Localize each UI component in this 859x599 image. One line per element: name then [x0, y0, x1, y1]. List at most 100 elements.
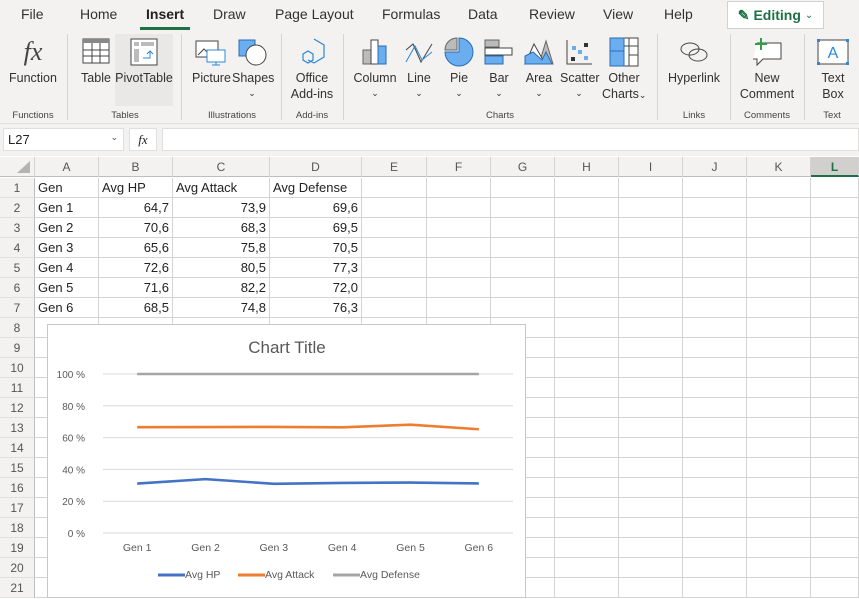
cell-h13[interactable] — [555, 418, 619, 438]
column-header-b[interactable]: B — [99, 157, 173, 177]
row-header-8[interactable]: 8 — [0, 318, 35, 338]
cell-i12[interactable] — [619, 398, 683, 418]
cell-k13[interactable] — [747, 418, 811, 438]
cell-i17[interactable] — [619, 498, 683, 518]
row-header-4[interactable]: 4 — [0, 238, 35, 258]
row-header-15[interactable]: 15 — [0, 458, 35, 478]
column-header-d[interactable]: D — [270, 157, 362, 177]
cell-a3[interactable]: Gen 2 — [35, 218, 99, 238]
cell-k19[interactable] — [747, 538, 811, 558]
cell-b1[interactable]: Avg HP — [99, 178, 173, 198]
cell-g2[interactable] — [491, 198, 555, 218]
cell-k18[interactable] — [747, 518, 811, 538]
column-header-a[interactable]: A — [35, 157, 99, 177]
cell-c1[interactable]: Avg Attack — [173, 178, 270, 198]
cell-f2[interactable] — [427, 198, 491, 218]
cell-l16[interactable] — [811, 478, 859, 498]
row-header-2[interactable]: 2 — [0, 198, 35, 218]
cell-f7[interactable] — [427, 298, 491, 318]
cell-k11[interactable] — [747, 378, 811, 398]
cell-l10[interactable] — [811, 358, 859, 378]
cell-l6[interactable] — [811, 278, 859, 298]
bar-chart-button[interactable]: Bar ⌄ — [482, 34, 516, 100]
cell-k10[interactable] — [747, 358, 811, 378]
cell-k8[interactable] — [747, 318, 811, 338]
cell-h2[interactable] — [555, 198, 619, 218]
hyperlink-button[interactable]: Hyperlink — [664, 34, 724, 86]
cell-k6[interactable] — [747, 278, 811, 298]
cell-a2[interactable]: Gen 1 — [35, 198, 99, 218]
cell-i2[interactable] — [619, 198, 683, 218]
cell-e7[interactable] — [362, 298, 427, 318]
cell-g1[interactable] — [491, 178, 555, 198]
cell-a1[interactable]: Gen — [35, 178, 99, 198]
cell-l2[interactable] — [811, 198, 859, 218]
tab-help[interactable]: Help — [664, 6, 693, 22]
cell-j3[interactable] — [683, 218, 747, 238]
cell-i7[interactable] — [619, 298, 683, 318]
cell-h6[interactable] — [555, 278, 619, 298]
row-header-11[interactable]: 11 — [0, 378, 35, 398]
cell-j10[interactable] — [683, 358, 747, 378]
cell-h14[interactable] — [555, 438, 619, 458]
cell-i16[interactable] — [619, 478, 683, 498]
cell-h17[interactable] — [555, 498, 619, 518]
tab-file[interactable]: File — [21, 6, 44, 22]
cell-j4[interactable] — [683, 238, 747, 258]
cell-a5[interactable]: Gen 4 — [35, 258, 99, 278]
cell-f6[interactable] — [427, 278, 491, 298]
cell-i11[interactable] — [619, 378, 683, 398]
cell-b7[interactable]: 68,5 — [99, 298, 173, 318]
cell-l17[interactable] — [811, 498, 859, 518]
cell-c7[interactable]: 74,8 — [173, 298, 270, 318]
cell-k14[interactable] — [747, 438, 811, 458]
column-header-g[interactable]: G — [491, 157, 555, 177]
column-header-k[interactable]: K — [747, 157, 811, 177]
row-header-7[interactable]: 7 — [0, 298, 35, 318]
cell-k21[interactable] — [747, 578, 811, 598]
cell-b4[interactable]: 65,6 — [99, 238, 173, 258]
cell-l1[interactable] — [811, 178, 859, 198]
cell-g4[interactable] — [491, 238, 555, 258]
cell-l15[interactable] — [811, 458, 859, 478]
row-header-10[interactable]: 10 — [0, 358, 35, 378]
row-header-20[interactable]: 20 — [0, 558, 35, 578]
cell-d1[interactable]: Avg Defense — [270, 178, 362, 198]
column-header-c[interactable]: C — [173, 157, 270, 177]
row-header-17[interactable]: 17 — [0, 498, 35, 518]
cell-j20[interactable] — [683, 558, 747, 578]
cell-k7[interactable] — [747, 298, 811, 318]
column-header-j[interactable]: J — [683, 157, 747, 177]
cell-e6[interactable] — [362, 278, 427, 298]
cell-h16[interactable] — [555, 478, 619, 498]
cell-j11[interactable] — [683, 378, 747, 398]
cell-i15[interactable] — [619, 458, 683, 478]
chevron-down-icon[interactable]: ⌄ — [110, 132, 118, 143]
line-chart[interactable]: Chart Title 0 % 20 % 40 % 60 % 80 % 100 % Gen 1… — [47, 324, 526, 598]
cell-k4[interactable] — [747, 238, 811, 258]
cell-d7[interactable]: 76,3 — [270, 298, 362, 318]
cell-d2[interactable]: 69,6 — [270, 198, 362, 218]
cell-i6[interactable] — [619, 278, 683, 298]
tab-draw[interactable]: Draw — [213, 6, 246, 22]
column-header-i[interactable]: I — [619, 157, 683, 177]
cell-l11[interactable] — [811, 378, 859, 398]
cell-e4[interactable] — [362, 238, 427, 258]
row-header-13[interactable]: 13 — [0, 418, 35, 438]
cell-i9[interactable] — [619, 338, 683, 358]
formula-input[interactable] — [162, 128, 859, 151]
select-all-button[interactable] — [0, 157, 35, 177]
cell-l20[interactable] — [811, 558, 859, 578]
cell-c3[interactable]: 68,3 — [173, 218, 270, 238]
row-header-16[interactable]: 16 — [0, 478, 35, 498]
cell-l5[interactable] — [811, 258, 859, 278]
row-header-3[interactable]: 3 — [0, 218, 35, 238]
pie-chart-button[interactable]: Pie ⌄ — [442, 34, 476, 100]
cell-h18[interactable] — [555, 518, 619, 538]
cell-f5[interactable] — [427, 258, 491, 278]
cell-j15[interactable] — [683, 458, 747, 478]
row-header-14[interactable]: 14 — [0, 438, 35, 458]
cell-k20[interactable] — [747, 558, 811, 578]
cell-f4[interactable] — [427, 238, 491, 258]
cell-d3[interactable]: 69,5 — [270, 218, 362, 238]
